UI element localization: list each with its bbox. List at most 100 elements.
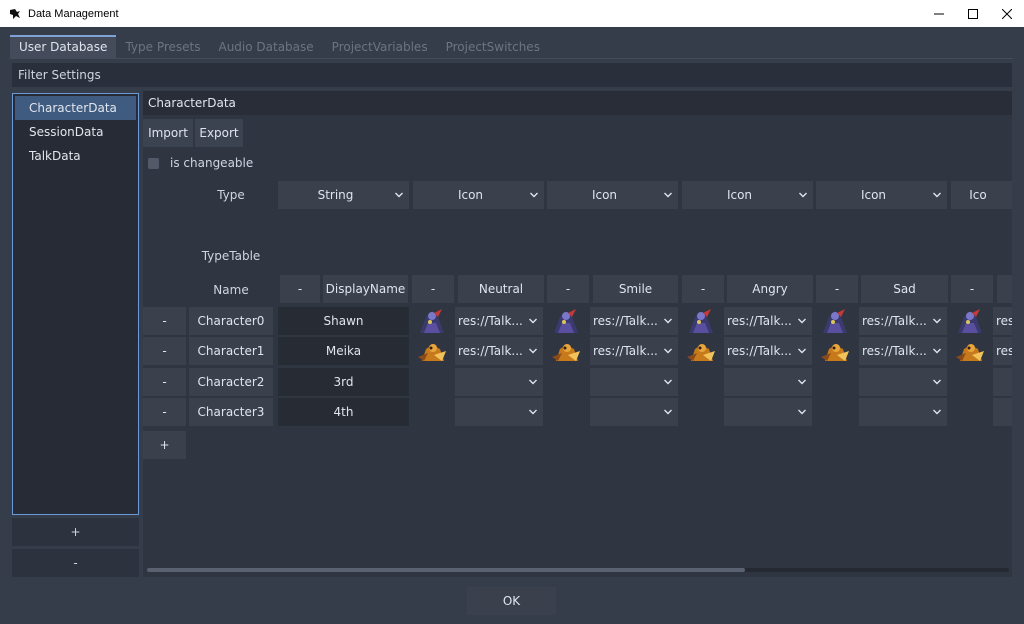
- remove-column-button[interactable]: -: [682, 275, 724, 303]
- character-portrait-icon: [689, 309, 713, 333]
- horizontal-scrollbar[interactable]: [147, 568, 1009, 572]
- chevron-down-icon: [529, 348, 537, 354]
- character-portrait-icon: [956, 344, 984, 361]
- export-button[interactable]: Export: [195, 119, 243, 147]
- minimize-icon: [934, 13, 944, 14]
- minimize-button[interactable]: [922, 0, 956, 27]
- remove-row-button[interactable]: -: [143, 307, 186, 335]
- close-icon: [1002, 8, 1012, 19]
- maximize-button[interactable]: [956, 0, 990, 27]
- row-key-field[interactable]: Character1: [189, 337, 273, 365]
- resource-path-select[interactable]: res://Talk...: [993, 307, 1012, 335]
- character-portrait-icon: [552, 344, 580, 361]
- column-type-select[interactable]: Icon: [413, 181, 544, 209]
- resource-path-select[interactable]: [590, 398, 678, 426]
- remove-column-button[interactable]: -: [816, 275, 858, 303]
- column-name-field[interactable]: [997, 275, 1012, 303]
- column-type-select[interactable]: Ico: [951, 181, 1012, 209]
- import-button[interactable]: Import: [143, 119, 193, 147]
- resource-path-select[interactable]: [993, 368, 1012, 396]
- tab-bar: User Database Type Presets Audio Databas…: [10, 35, 549, 59]
- character-data-panel: CharacterData Import Export is changeabl…: [143, 91, 1012, 577]
- remove-database-button[interactable]: -: [12, 549, 139, 577]
- tab-type-presets[interactable]: Type Presets: [116, 35, 209, 59]
- character-portrait-icon: [958, 309, 982, 333]
- column-type-select[interactable]: Icon: [816, 181, 947, 209]
- ok-button[interactable]: OK: [467, 587, 556, 615]
- remove-row-button[interactable]: -: [143, 398, 186, 426]
- tab-project-variables[interactable]: ProjectVariables: [323, 35, 437, 59]
- chevron-down-icon: [529, 379, 537, 385]
- scrollbar-thumb[interactable]: [147, 568, 745, 572]
- maximize-icon: [968, 8, 978, 19]
- add-row-button[interactable]: +: [143, 431, 186, 459]
- resource-path-select[interactable]: res://Talk...: [455, 337, 543, 365]
- column-type-select[interactable]: String: [278, 181, 409, 209]
- resource-path-select[interactable]: res://Talk...: [590, 307, 678, 335]
- remove-column-button[interactable]: -: [547, 275, 589, 303]
- display-name-field[interactable]: 3rd: [278, 368, 409, 396]
- remove-column-button[interactable]: -: [412, 275, 454, 303]
- tab-user-database[interactable]: User Database: [10, 35, 117, 59]
- resource-path-select[interactable]: res://Talk...: [724, 337, 812, 365]
- column-type-value: Icon: [726, 188, 753, 202]
- resource-path-select[interactable]: [859, 398, 947, 426]
- add-database-button[interactable]: +: [12, 518, 139, 546]
- column-name-field[interactable]: Smile: [593, 275, 678, 303]
- row-key-field[interactable]: Character3: [189, 398, 273, 426]
- chevron-down-icon: [798, 318, 806, 324]
- column-name-field[interactable]: DisplayName: [323, 275, 408, 303]
- sidebar-item-characterdata[interactable]: CharacterData: [15, 96, 136, 120]
- resource-path-select[interactable]: res://Talk...: [859, 337, 947, 365]
- tab-project-switches[interactable]: ProjectSwitches: [437, 35, 549, 59]
- sidebar-item-sessiondata[interactable]: SessionData: [13, 120, 138, 144]
- remove-column-button[interactable]: -: [951, 275, 993, 303]
- column-type-select[interactable]: Icon: [547, 181, 678, 209]
- resource-path-select[interactable]: res://Talk...: [724, 307, 812, 335]
- sidebar-item-talkdata[interactable]: TalkData: [13, 144, 138, 168]
- resource-path-select[interactable]: res://Talk...: [993, 337, 1012, 365]
- column-name-field[interactable]: Sad: [861, 275, 948, 303]
- column-name-field[interactable]: Neutral: [458, 275, 544, 303]
- column-type-value: Icon: [860, 188, 887, 202]
- chevron-down-icon: [664, 192, 672, 198]
- character-portrait-icon: [821, 344, 849, 361]
- chevron-down-icon: [933, 318, 941, 324]
- row-key-field[interactable]: Character0: [189, 307, 273, 335]
- remove-row-button[interactable]: -: [143, 337, 186, 365]
- tab-audio-database[interactable]: Audio Database: [209, 35, 322, 59]
- remove-row-button[interactable]: -: [143, 368, 186, 396]
- display-name-field[interactable]: Shawn: [278, 307, 409, 335]
- remove-column-button[interactable]: -: [280, 275, 320, 303]
- resource-path-select[interactable]: [859, 368, 947, 396]
- is-changeable-checkbox[interactable]: [148, 157, 159, 169]
- display-name-field[interactable]: Meika: [278, 337, 409, 365]
- close-button[interactable]: [990, 0, 1024, 27]
- resource-path-value: res://Talk...: [996, 344, 1012, 358]
- character-portrait-icon: [687, 344, 715, 361]
- chevron-down-icon: [933, 379, 941, 385]
- resource-path-select[interactable]: [455, 368, 543, 396]
- chevron-down-icon: [529, 409, 537, 415]
- resource-path-select[interactable]: [590, 368, 678, 396]
- column-type-select[interactable]: Icon: [682, 181, 813, 209]
- resource-path-select[interactable]: res://Talk...: [859, 307, 947, 335]
- column-name-field[interactable]: Angry: [727, 275, 813, 303]
- resource-path-select[interactable]: [455, 398, 543, 426]
- resource-path-select[interactable]: [724, 398, 812, 426]
- tab-divider: [10, 58, 1013, 59]
- is-changeable-row[interactable]: is changeable: [148, 155, 253, 171]
- name-row-label: Name: [213, 283, 249, 297]
- chevron-down-icon: [529, 318, 537, 324]
- character-portrait-icon: [418, 344, 446, 361]
- resource-path-select[interactable]: [724, 368, 812, 396]
- resource-path-select[interactable]: res://Talk...: [455, 307, 543, 335]
- row-key-field[interactable]: Character2: [189, 368, 273, 396]
- filter-settings-header[interactable]: Filter Settings: [12, 63, 1012, 87]
- resource-path-value: res://Talk...: [458, 344, 523, 358]
- column-type-value: String: [317, 188, 354, 202]
- display-name-field[interactable]: 4th: [278, 398, 409, 426]
- chevron-down-icon: [664, 318, 672, 324]
- resource-path-select[interactable]: [993, 398, 1012, 426]
- resource-path-select[interactable]: res://Talk...: [590, 337, 678, 365]
